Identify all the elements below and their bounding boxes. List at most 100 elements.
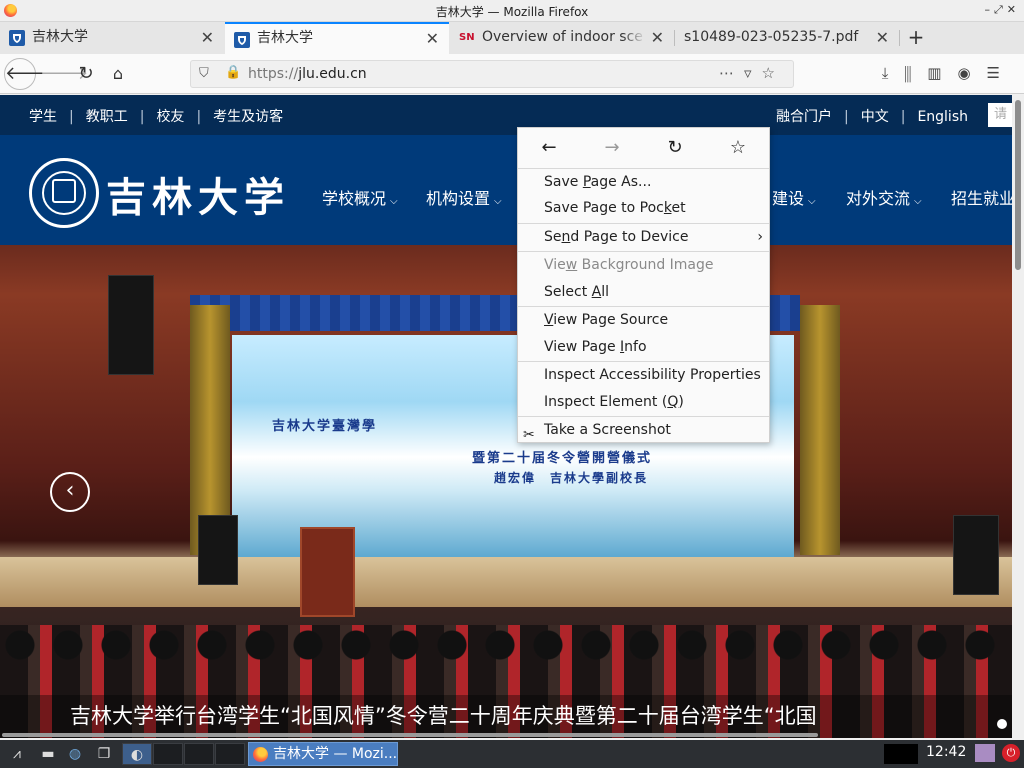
tab-jlu-2[interactable]: 吉林大学 ✕ bbox=[225, 22, 449, 54]
close-tab-icon[interactable]: ✕ bbox=[651, 22, 664, 53]
context-bookmark-icon[interactable]: ☆ bbox=[723, 135, 753, 161]
account-icon[interactable]: ◉ bbox=[957, 64, 986, 82]
nav-item-overview[interactable]: 学校概况 ⌵ bbox=[322, 185, 398, 209]
menu-item-inspect-element[interactable]: Inspect Element (Q) bbox=[518, 389, 769, 415]
nav-label: 学校概况 bbox=[322, 189, 387, 208]
show-desktop-icon[interactable]: ▬ bbox=[38, 743, 58, 765]
nav-label: 招生就业 bbox=[951, 189, 1012, 208]
university-seal-icon[interactable] bbox=[29, 158, 99, 228]
right-curtain bbox=[800, 305, 840, 555]
university-logo-text[interactable]: 吉林大学 bbox=[106, 165, 290, 223]
url-bar[interactable]: ⛉ 🔒 https://jlu.edu.cn ⋯▿☆ bbox=[190, 60, 794, 88]
link-students[interactable]: 学生 bbox=[29, 109, 57, 125]
scrollbar-thumb[interactable] bbox=[2, 733, 818, 737]
back-button[interactable]: 🡐 bbox=[4, 58, 53, 90]
menu-item-save-to-pocket[interactable]: Save Page to Pocket bbox=[518, 195, 769, 221]
context-nav-row: ← → ↻ ☆ bbox=[518, 128, 769, 168]
tab-pdf[interactable]: s10489-023-05235-7.pdf ✕ bbox=[675, 22, 899, 54]
audience-links: 学生 | 教职工 | 校友 | 考生及访客 bbox=[29, 109, 284, 125]
close-tab-icon[interactable]: ✕ bbox=[426, 24, 439, 53]
menu-item-save-page-as[interactable]: Save Page As... bbox=[518, 169, 769, 195]
new-tab-button[interactable]: + bbox=[904, 22, 928, 54]
tab-overview[interactable]: SN Overview of indoor scen ✕ bbox=[450, 22, 674, 54]
menu-item-view-page-source[interactable]: View Page Source bbox=[518, 307, 769, 333]
nav-item-construction[interactable]: 建设 ⌵ bbox=[772, 185, 816, 209]
menu-item-send-to-device[interactable]: Send Page to Device › bbox=[518, 224, 769, 250]
bookmark-star-icon[interactable]: ☆ bbox=[762, 64, 785, 82]
forward-button[interactable]: 🡒 bbox=[40, 60, 88, 88]
carousel-prev-button[interactable]: ‹ bbox=[50, 472, 90, 512]
maximize-icon[interactable]: ⤢ bbox=[994, 3, 1007, 16]
close-window-icon[interactable]: ✕ bbox=[1007, 3, 1020, 16]
window-controls[interactable]: –⤢✕ bbox=[984, 3, 1020, 17]
home-button[interactable]: ⌂ bbox=[104, 60, 132, 88]
site-search-input[interactable]: 请 bbox=[988, 103, 1012, 127]
context-back-icon[interactable]: ← bbox=[534, 135, 564, 161]
taskbar-clock[interactable]: 12:42 bbox=[926, 744, 966, 760]
nav-label: 建设 bbox=[772, 189, 805, 208]
link-staff[interactable]: 教职工 bbox=[86, 109, 128, 125]
workspace-1[interactable]: ◐ bbox=[122, 743, 152, 765]
chevron-down-icon: ⌵ bbox=[914, 196, 922, 207]
sidebar-icon[interactable]: ▥ bbox=[927, 64, 957, 82]
tracking-protection-icon[interactable]: ⛉ bbox=[199, 66, 209, 81]
menu-item-inspect-accessibility[interactable]: Inspect Accessibility Properties bbox=[518, 362, 769, 388]
link-chinese[interactable]: 中文 bbox=[861, 109, 889, 125]
nav-item-organization[interactable]: 机构设置 ⌵ bbox=[426, 185, 502, 209]
library-icon[interactable]: ⫼ bbox=[904, 64, 927, 82]
tab-separator bbox=[899, 30, 900, 46]
nav-item-international[interactable]: 对外交流 ⌵ bbox=[846, 185, 922, 209]
page-actions-icon[interactable]: ⋯ bbox=[719, 64, 744, 82]
tab-strip: 吉林大学 ✕ 吉林大学 ✕ SN Overview of indoor scen… bbox=[0, 22, 1024, 54]
downloads-icon[interactable]: ⤓ bbox=[882, 64, 905, 82]
link-alumni[interactable]: 校友 bbox=[156, 109, 184, 125]
link-visitors[interactable]: 考生及访客 bbox=[213, 109, 283, 125]
seal-core bbox=[52, 179, 76, 203]
network-globe-icon[interactable]: ◍ bbox=[64, 743, 86, 765]
start-menu-icon[interactable]: ⩘ bbox=[4, 743, 30, 765]
nav-label: 对外交流 bbox=[846, 189, 911, 208]
nav-item-admissions[interactable]: 招生就业 bbox=[951, 185, 1012, 209]
screen-title: 吉林大学臺灣學 bbox=[272, 419, 378, 434]
context-reload-icon[interactable]: ↻ bbox=[660, 135, 690, 161]
url-bar-actions[interactable]: ⋯▿☆ bbox=[719, 64, 785, 82]
carousel-indicator-dot[interactable] bbox=[997, 719, 1007, 729]
tray-app-icon[interactable] bbox=[975, 744, 995, 762]
close-tab-icon[interactable]: ✕ bbox=[201, 22, 214, 53]
pocket-icon[interactable]: ▿ bbox=[744, 64, 762, 82]
link-english[interactable]: English bbox=[917, 109, 968, 125]
stage-floor bbox=[0, 557, 1012, 607]
workspace-2[interactable] bbox=[153, 743, 183, 765]
tray-indicator bbox=[884, 744, 918, 764]
url-text[interactable]: https://jlu.edu.cn bbox=[248, 66, 367, 82]
loudspeaker bbox=[953, 515, 999, 595]
minimize-icon[interactable]: – bbox=[984, 3, 994, 16]
nav-label: 机构设置 bbox=[426, 189, 491, 208]
context-forward-icon[interactable]: → bbox=[597, 135, 627, 161]
os-taskbar: ⩘ ▬ ◍ ❐ ◐ 吉林大学 — Mozi... 12:42 ⏻ bbox=[0, 740, 1024, 768]
horizontal-scrollbar[interactable] bbox=[0, 732, 1012, 738]
file-manager-icon[interactable]: ❐ bbox=[93, 743, 115, 765]
tab-jlu-1[interactable]: 吉林大学 ✕ bbox=[0, 22, 224, 54]
podium bbox=[300, 527, 355, 617]
vertical-scrollbar[interactable] bbox=[1012, 95, 1024, 738]
tab-label: Overview of indoor scen bbox=[482, 29, 644, 45]
power-icon[interactable]: ⏻ bbox=[1002, 744, 1020, 762]
site-topbar: 学生 | 教职工 | 校友 | 考生及访客 融合门户 | 中文 | English 请 bbox=[0, 95, 1012, 135]
menu-item-view-background-image[interactable]: View Background Image bbox=[518, 252, 769, 278]
site-header: 吉林大学 学校概况 ⌵ 机构设置 ⌵ 建设 ⌵ 对外交流 ⌵ 招生就业 bbox=[0, 135, 1012, 245]
workspace-3[interactable] bbox=[184, 743, 214, 765]
menu-item-select-all[interactable]: Select All bbox=[518, 279, 769, 305]
portal-links: 融合门户 | 中文 | English bbox=[776, 109, 968, 125]
reload-button[interactable]: ↻ bbox=[72, 60, 100, 88]
menu-item-take-screenshot[interactable]: ✂ Take a Screenshot bbox=[518, 417, 769, 443]
taskbar-window-firefox[interactable]: 吉林大学 — Mozi... bbox=[248, 742, 398, 766]
workspace-4[interactable] bbox=[215, 743, 245, 765]
hero-carousel[interactable]: 吉林大学臺灣學 暨第二十届冬令營開營儀式 趙宏偉 吉林大學副校長 ‹ 吉林大学举… bbox=[0, 245, 1012, 738]
menu-icon[interactable]: ☰ bbox=[987, 64, 1016, 82]
link-portal[interactable]: 融合门户 bbox=[776, 109, 832, 125]
lock-icon[interactable]: 🔒 bbox=[225, 65, 241, 80]
scrollbar-thumb[interactable] bbox=[1015, 100, 1021, 270]
menu-item-view-page-info[interactable]: View Page Info bbox=[518, 334, 769, 360]
close-tab-icon[interactable]: ✕ bbox=[876, 22, 889, 53]
